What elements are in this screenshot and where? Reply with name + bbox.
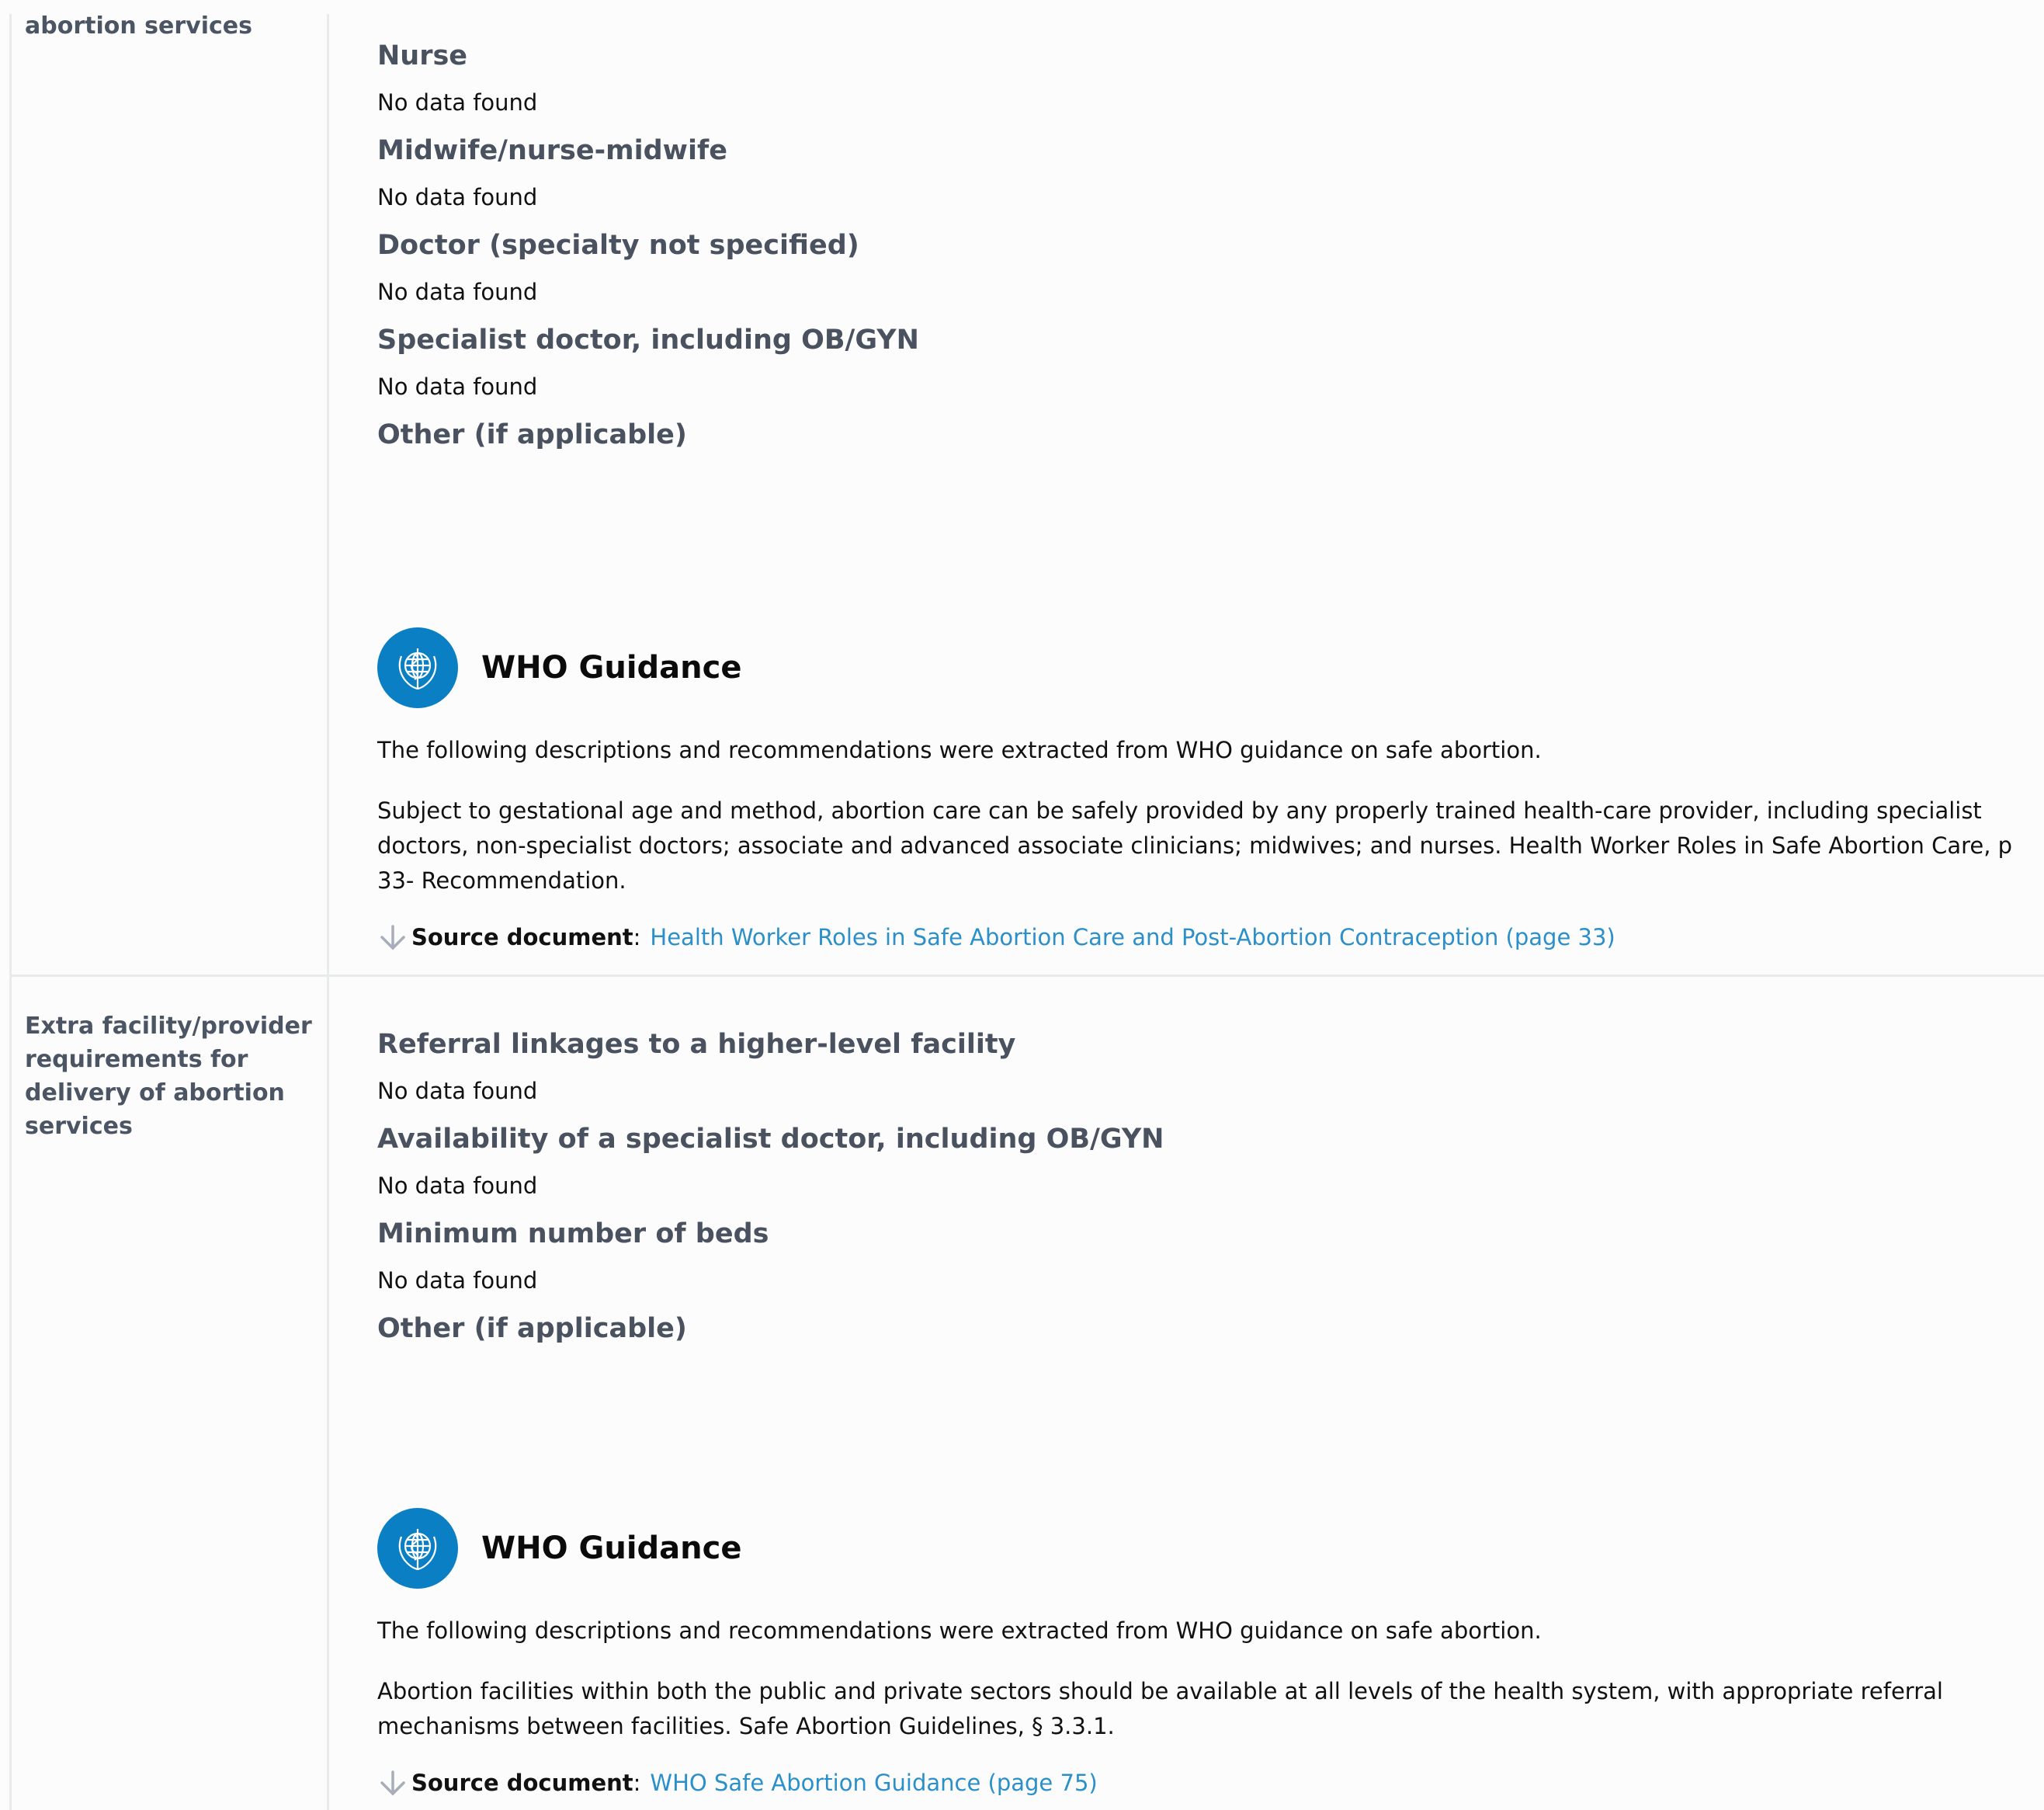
field-value-referral: No data found: [377, 1078, 538, 1104]
row-content-facility-requirements: Referral linkages to a higher-level faci…: [377, 1027, 2015, 1346]
table-row-divider: [9, 974, 2044, 977]
field-heading-other-2: Other (if applicable): [377, 1313, 687, 1344]
field-value-nurse: No data found: [377, 89, 538, 116]
field-heading-specialist-availability: Availability of a specialist doctor, inc…: [377, 1124, 1164, 1155]
who-guidance-title: WHO Guidance: [481, 650, 742, 686]
who-recommendation-text-2: Abortion facilities within both the publ…: [377, 1678, 1943, 1739]
who-guidance-block-2: WHO Guidance The following descriptions …: [377, 1508, 2015, 1798]
who-intro-text: The following descriptions and recommend…: [377, 737, 1542, 763]
field-value-beds: No data found: [377, 1267, 538, 1294]
arrow-down-icon: [380, 1770, 405, 1796]
row-label-providers: abortion services: [25, 12, 252, 40]
who-guidance-title-2: WHO Guidance: [481, 1530, 742, 1566]
who-guidance-header-2: WHO Guidance: [377, 1508, 2015, 1589]
who-emblem-icon: [377, 627, 458, 708]
who-guidance-header: WHO Guidance: [377, 627, 2015, 708]
table-column-divider: [327, 14, 329, 1810]
row-content-providers: Nurse No data found Midwife/nurse-midwif…: [377, 39, 2015, 452]
source-document-link-2[interactable]: WHO Safe Abortion Guidance (page 75): [650, 1767, 1097, 1798]
source-document-label: Source document: [411, 924, 633, 950]
who-guidance-block-1: WHO Guidance The following descriptions …: [377, 627, 2015, 953]
field-heading-doctor: Doctor (specialty not specified): [377, 230, 859, 261]
field-value-midwife: No data found: [377, 184, 538, 210]
who-emblem-icon: [377, 1508, 458, 1589]
source-document-link[interactable]: Health Worker Roles in Safe Abortion Car…: [650, 922, 1615, 953]
field-heading-specialist: Specialist doctor, including OB/GYN: [377, 325, 919, 356]
field-heading-referral: Referral linkages to a higher-level faci…: [377, 1029, 1016, 1060]
arrow-down-icon: [380, 925, 405, 950]
source-document-label-2: Source document: [411, 1770, 633, 1796]
who-recommendation-text: Subject to gestational age and method, a…: [377, 797, 2013, 894]
field-heading-beds: Minimum number of beds: [377, 1218, 769, 1249]
field-heading-other: Other (if applicable): [377, 419, 687, 450]
field-heading-midwife: Midwife/nurse-midwife: [377, 135, 727, 166]
field-heading-nurse: Nurse: [377, 40, 468, 71]
field-value-specialist: No data found: [377, 373, 538, 400]
page: abortion services Nurse No data found Mi…: [0, 0, 2044, 1810]
source-document-2: Source document: WHO Safe Abortion Guida…: [377, 1767, 2015, 1798]
table-left-border: [9, 14, 12, 1810]
field-value-doctor: No data found: [377, 279, 538, 305]
source-document: Source document: Health Worker Roles in …: [377, 922, 2015, 953]
row-label-facility-requirements: Extra facility/provider requirements for…: [25, 1013, 312, 1140]
who-intro-text-2: The following descriptions and recommend…: [377, 1617, 1542, 1644]
field-value-specialist-availability: No data found: [377, 1173, 538, 1199]
